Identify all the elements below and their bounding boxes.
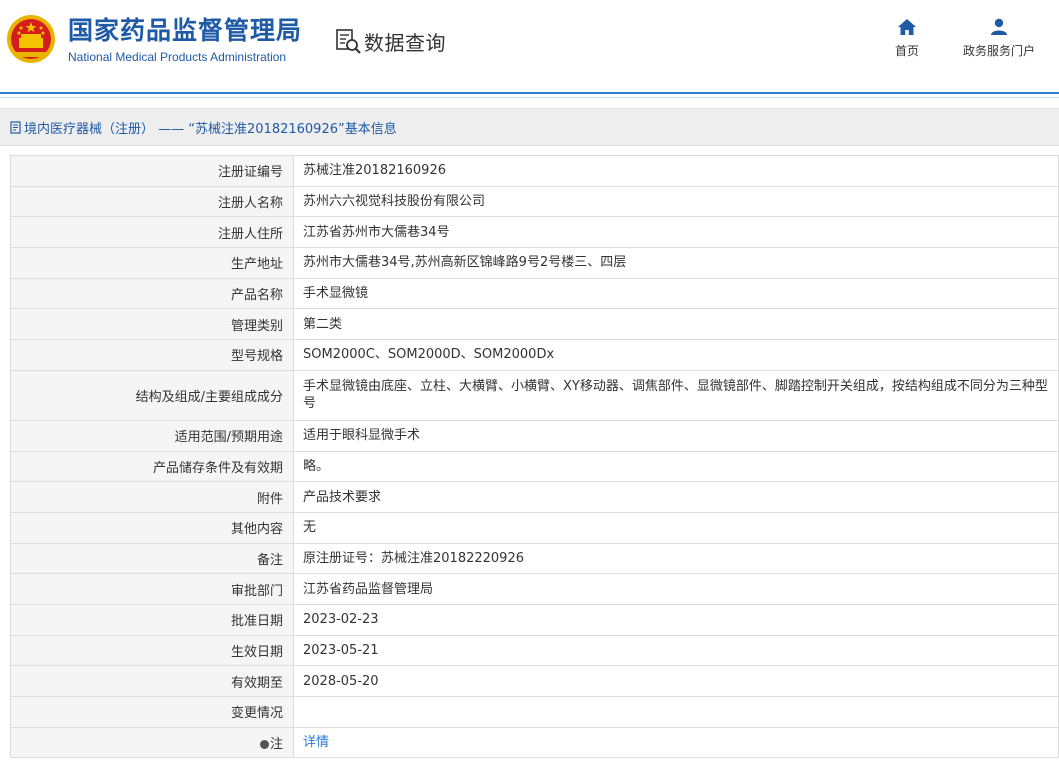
row-label: 注册人名称 <box>10 185 294 218</box>
row-value: 2028-05-20 <box>293 665 1059 697</box>
note-label: 注 <box>269 737 283 753</box>
row-label: 适用范围/预期用途 <box>10 419 294 452</box>
row-value: SOM2000C、SOM2000D、SOM2000Dx <box>293 339 1059 371</box>
row-label: 型号规格 <box>10 339 294 371</box>
row-value: 第二类 <box>293 308 1059 341</box>
table-row: 其他内容 无 <box>10 511 1059 544</box>
row-value: 苏州六六视觉科技股份有限公司 <box>293 185 1059 218</box>
table-row: 备注 原注册证号：苏械注准20182220926 <box>10 542 1059 575</box>
table-row: 生效日期 2023-05-21 <box>10 634 1059 667</box>
table-row: 管理类别 第二类 <box>10 308 1059 341</box>
table-row: 型号规格 SOM2000C、SOM2000D、SOM2000Dx <box>10 339 1059 371</box>
row-value: 苏州市大儒巷34号,苏州高新区锦峰路9号2号楼三、四层 <box>293 247 1059 279</box>
nav-home[interactable]: 首页 <box>888 18 926 59</box>
row-value: 原注册证号：苏械注准20182220926 <box>293 542 1059 575</box>
agency-name-en: National Medical Products Administration <box>68 50 287 64</box>
row-label-note: 注 <box>10 726 294 759</box>
row-value: 苏械注准20182160926 <box>293 155 1059 187</box>
row-value: 江苏省药品监督管理局 <box>293 573 1059 605</box>
breadcrumb: 境内医疗器械（注册） —— “苏械注准20182160926”基本信息 <box>0 108 1059 146</box>
row-value: 手术显微镜由底座、立柱、大横臂、小横臂、XY移动器、调焦部件、显微镜部件、脚踏控… <box>293 369 1059 421</box>
table-row: 适用范围/预期用途 适用于眼科显微手术 <box>10 419 1059 452</box>
row-value: 手术显微镜 <box>293 277 1059 310</box>
national-emblem-icon <box>7 15 55 63</box>
row-value: 适用于眼科显微手术 <box>293 419 1059 452</box>
table-row: 变更情况 <box>10 696 1059 728</box>
site-header: 国家药品监督管理局 National Medical Products Admi… <box>0 0 1059 92</box>
row-value: 2023-02-23 <box>293 603 1059 636</box>
home-icon <box>898 19 916 35</box>
row-label: 产品名称 <box>10 277 294 310</box>
row-label: 产品储存条件及有效期 <box>10 450 294 483</box>
table-row: 注 详情 <box>10 726 1059 759</box>
table-row: 注册人住所 江苏省苏州市大儒巷34号 <box>10 216 1059 249</box>
row-label: 附件 <box>10 481 294 513</box>
table-row: 产品名称 手术显微镜 <box>10 277 1059 310</box>
table-row: 注册人名称 苏州六六视觉科技股份有限公司 <box>10 185 1059 218</box>
user-icon <box>991 18 1007 35</box>
row-label: 结构及组成/主要组成成分 <box>10 369 294 421</box>
row-label: 批准日期 <box>10 603 294 636</box>
table-row: 注册证编号 苏械注准20182160926 <box>10 155 1059 187</box>
document-icon <box>10 120 21 134</box>
row-value: 江苏省苏州市大儒巷34号 <box>293 216 1059 249</box>
table-row: 有效期至 2028-05-20 <box>10 665 1059 697</box>
data-query-label: 数据查询 <box>364 30 446 55</box>
table-row: 生产地址 苏州市大儒巷34号,苏州高新区锦峰路9号2号楼三、四层 <box>10 247 1059 279</box>
table-row: 批准日期 2023-02-23 <box>10 603 1059 636</box>
row-label: 生产地址 <box>10 247 294 279</box>
row-value: 详情 <box>293 726 1059 759</box>
row-label: 备注 <box>10 542 294 575</box>
row-label: 有效期至 <box>10 665 294 697</box>
table-row: 产品储存条件及有效期 略。 <box>10 450 1059 483</box>
note-bullet-icon <box>259 740 269 750</box>
table-row: 审批部门 江苏省药品监督管理局 <box>10 573 1059 605</box>
row-value: 2023-05-21 <box>293 634 1059 667</box>
row-value: 产品技术要求 <box>293 481 1059 513</box>
search-document-icon <box>336 29 361 54</box>
registration-info-table: 注册证编号 苏械注准20182160926 注册人名称 苏州六六视觉科技股份有限… <box>10 155 1059 759</box>
row-label: 审批部门 <box>10 573 294 605</box>
table-row: 附件 产品技术要求 <box>10 481 1059 513</box>
header-divider <box>0 92 1059 94</box>
row-label: 注册人住所 <box>10 216 294 249</box>
row-label: 管理类别 <box>10 308 294 341</box>
breadcrumb-text: 境内医疗器械（注册） —— “苏械注准20182160926”基本信息 <box>24 121 397 137</box>
row-label: 注册证编号 <box>10 155 294 187</box>
table-row: 结构及组成/主要组成成分 手术显微镜由底座、立柱、大横臂、小横臂、XY移动器、调… <box>10 369 1059 421</box>
row-value <box>293 696 1059 728</box>
nav-service-portal[interactable]: 政务服务门户 <box>957 18 1041 59</box>
row-label: 变更情况 <box>10 696 294 728</box>
row-value: 略。 <box>293 450 1059 483</box>
details-link[interactable]: 详情 <box>303 735 329 750</box>
nav-portal-label: 政务服务门户 <box>962 44 1035 58</box>
data-query-title[interactable]: 数据查询 <box>334 26 446 56</box>
header-divider-thin <box>0 97 1059 98</box>
nav-home-label: 首页 <box>894 44 919 58</box>
row-value: 无 <box>293 511 1059 544</box>
row-label: 生效日期 <box>10 634 294 667</box>
agency-name-cn: 国家药品监督管理局 <box>68 16 303 45</box>
row-label: 其他内容 <box>10 511 294 544</box>
